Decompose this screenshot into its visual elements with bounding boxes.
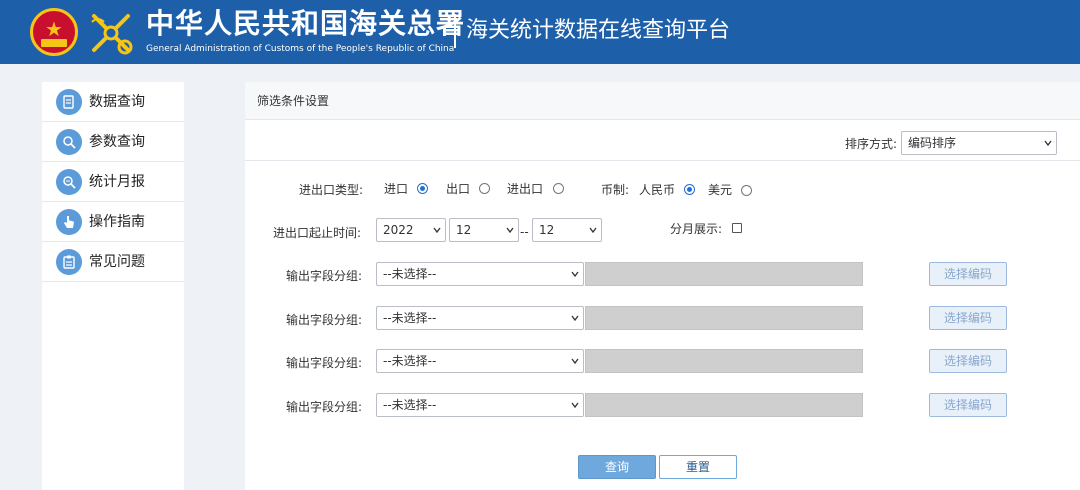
- output-group-select[interactable]: --未选择--: [376, 262, 584, 286]
- platform-title: 海关统计数据在线查询平台: [466, 18, 731, 43]
- sidebar-item-data-query[interactable]: 数据查询: [42, 82, 184, 122]
- output-group-select-value: --未选择--: [383, 398, 437, 412]
- trade-type-option-export: 出口: [446, 182, 471, 196]
- currency-option-usd: 美元: [708, 183, 733, 197]
- end-month-select[interactable]: 12: [532, 218, 602, 242]
- output-group-select-value: --未选择--: [383, 267, 437, 281]
- radio-export[interactable]: [479, 183, 490, 194]
- radio-import-export[interactable]: [553, 183, 564, 194]
- radio-import[interactable]: [417, 183, 428, 194]
- sidebar-item-monthly-report[interactable]: 统计月报: [42, 162, 184, 202]
- output-group-label: 输出字段分组:: [286, 400, 363, 414]
- output-group-select[interactable]: --未选择--: [376, 393, 584, 417]
- sidebar-item-param-query[interactable]: 参数查询: [42, 122, 184, 162]
- output-group-select-value: --未选择--: [383, 354, 437, 368]
- select-code-button[interactable]: 选择编码: [929, 306, 1007, 330]
- trade-type-option-import-export: 进出口: [507, 182, 544, 196]
- time-separator: --: [520, 225, 529, 239]
- radio-rmb[interactable]: [684, 184, 695, 195]
- title-divider: [454, 14, 456, 48]
- output-group-label: 输出字段分组:: [286, 269, 363, 283]
- select-code-button[interactable]: 选择编码: [929, 262, 1007, 286]
- chevron-down-icon: [1044, 140, 1052, 147]
- output-group-select[interactable]: --未选择--: [376, 306, 584, 330]
- trade-type-label: 进出口类型:: [299, 183, 364, 197]
- year-select-value: 2022: [383, 223, 414, 237]
- faq-clipboard-icon: [56, 249, 82, 275]
- sidebar-item-label: 常见问题: [89, 254, 145, 270]
- start-month-select[interactable]: 12: [449, 218, 519, 242]
- currency-option-rmb: 人民币: [639, 183, 676, 197]
- chevron-down-icon: [571, 358, 579, 365]
- org-title-cn: 中华人民共和国海关总署: [146, 7, 466, 40]
- customs-emblem-icon: [91, 14, 133, 55]
- chevron-down-icon: [571, 402, 579, 409]
- query-button[interactable]: 查询: [578, 455, 656, 479]
- start-month-value: 12: [456, 223, 472, 237]
- chevron-down-icon: [571, 271, 579, 278]
- output-group-label: 输出字段分组:: [286, 356, 363, 370]
- output-group-select-value: --未选择--: [383, 311, 437, 325]
- radio-usd[interactable]: [741, 185, 752, 196]
- select-code-button[interactable]: 选择编码: [929, 393, 1007, 417]
- monthly-report-icon: [56, 169, 82, 195]
- selected-codes-field: [585, 349, 863, 373]
- output-group-select[interactable]: --未选择--: [376, 349, 584, 373]
- top-banner: ★ 中华人民共和国海关总署 General Administration of …: [0, 0, 1080, 64]
- sort-label: 排序方式:: [845, 137, 898, 151]
- data-query-icon: [56, 89, 82, 115]
- org-title-en: General Administration of Customs of the…: [146, 44, 455, 54]
- sidebar-item-label: 统计月报: [89, 174, 145, 190]
- guide-hand-icon: [56, 209, 82, 235]
- chevron-down-icon: [433, 227, 441, 234]
- time-range-label: 进出口起止时间:: [273, 226, 362, 240]
- chevron-down-icon: [589, 227, 597, 234]
- chevron-down-icon: [571, 315, 579, 322]
- monthly-display-checkbox[interactable]: [732, 223, 742, 233]
- panel-title: 筛选条件设置: [257, 94, 330, 108]
- sidebar-item-label: 数据查询: [89, 94, 145, 110]
- sort-select-value: 编码排序: [908, 136, 957, 150]
- national-emblem-icon: ★: [30, 8, 78, 56]
- selected-codes-field: [585, 306, 863, 330]
- selected-codes-field: [585, 393, 863, 417]
- sidebar-item-faq[interactable]: 常见问题: [42, 242, 184, 282]
- sidebar-item-label: 操作指南: [89, 214, 145, 230]
- selected-codes-field: [585, 262, 863, 286]
- param-search-icon: [56, 129, 82, 155]
- currency-label: 币制:: [601, 183, 630, 197]
- end-month-value: 12: [539, 223, 555, 237]
- chevron-down-icon: [506, 227, 514, 234]
- trade-type-option-import: 进口: [384, 182, 409, 196]
- select-code-button[interactable]: 选择编码: [929, 349, 1007, 373]
- output-group-label: 输出字段分组:: [286, 313, 363, 327]
- panel-header: 筛选条件设置: [245, 82, 1080, 120]
- filter-panel: 筛选条件设置 排序方式: 编码排序 进出口类型: 进口 出口 进出口 币制: 人…: [245, 82, 1080, 490]
- sidebar-item-guide[interactable]: 操作指南: [42, 202, 184, 242]
- year-select[interactable]: 2022: [376, 218, 446, 242]
- reset-button[interactable]: 重置: [659, 455, 737, 479]
- monthly-display-label: 分月展示:: [670, 222, 723, 236]
- sort-select[interactable]: 编码排序: [901, 131, 1057, 155]
- sidebar-item-label: 参数查询: [89, 134, 145, 150]
- sort-bar: 排序方式: 编码排序: [245, 120, 1080, 161]
- sidebar-nav: 数据查询 参数查询 统计月报 操作指南 常见问题: [42, 82, 184, 490]
